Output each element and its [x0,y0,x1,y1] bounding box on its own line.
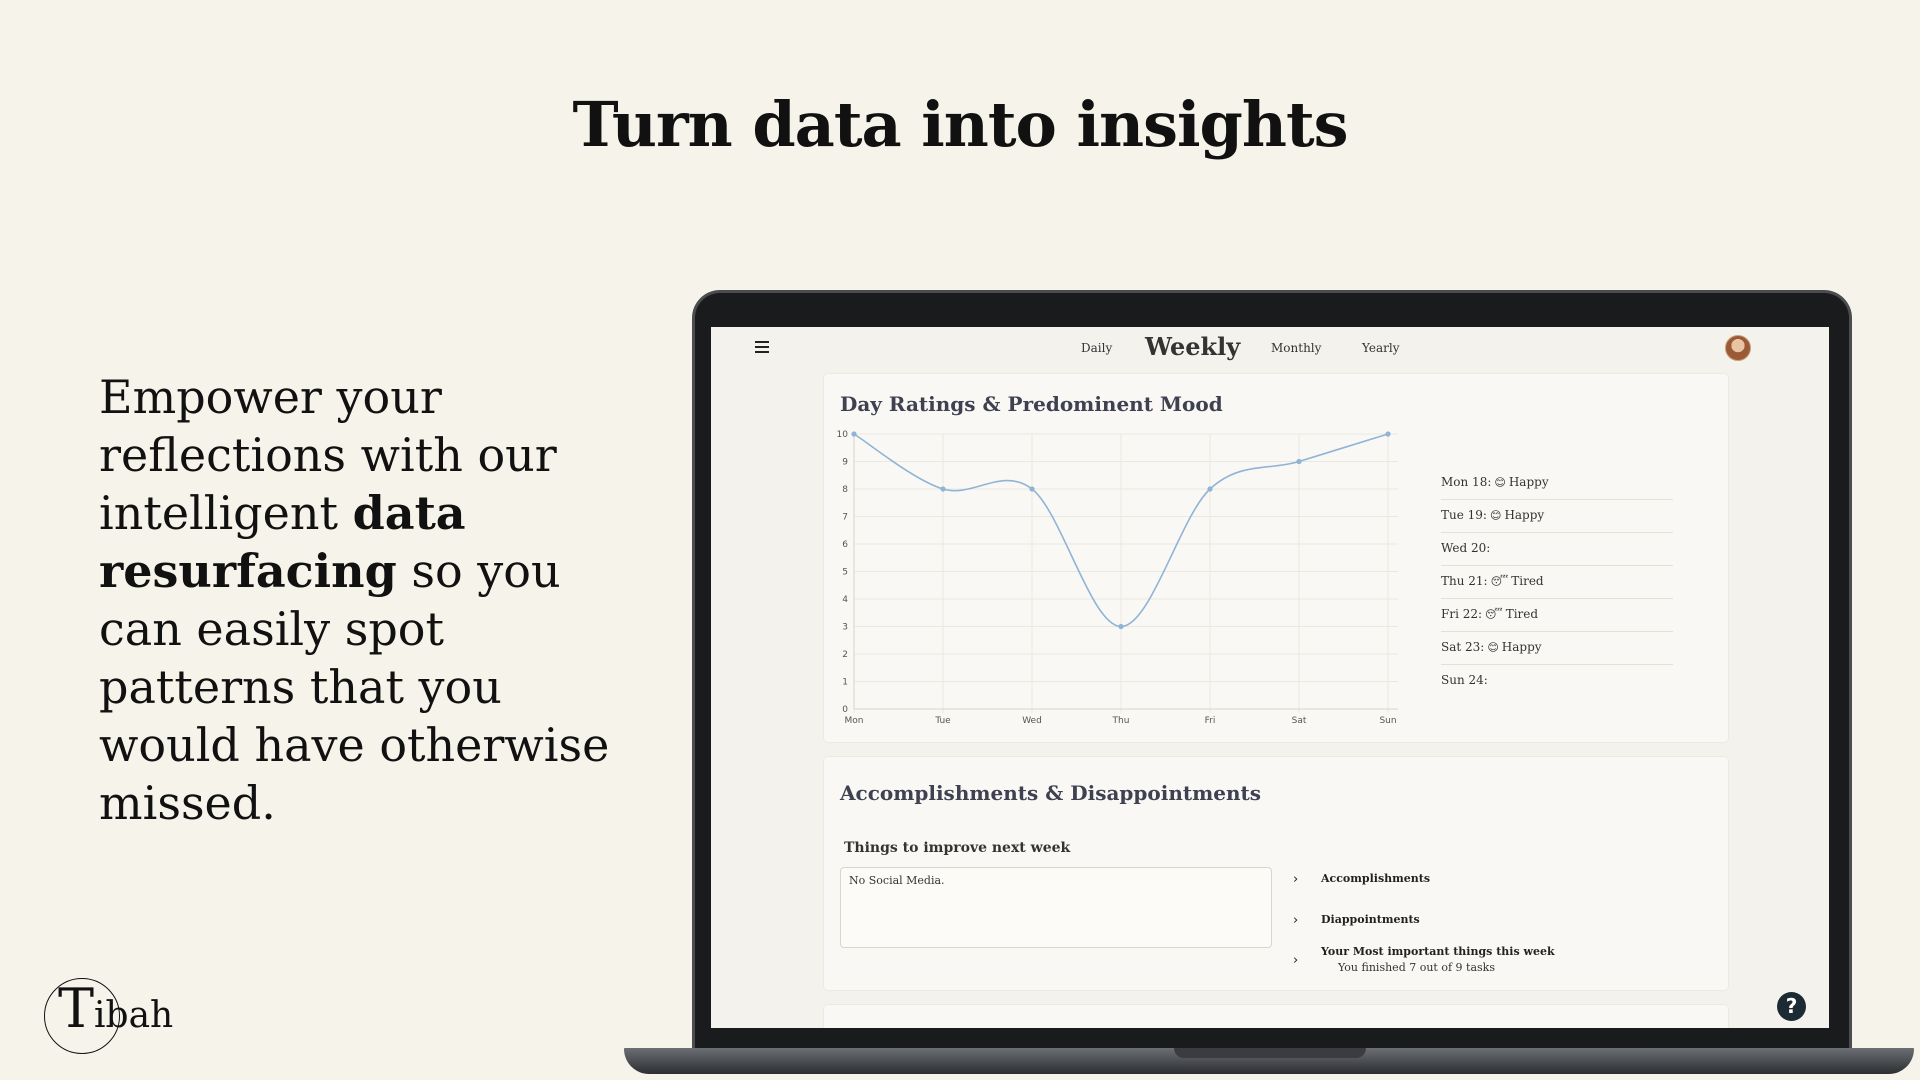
mood-day: Sun 24: [1441,673,1488,687]
y-tick-label: 4 [842,595,848,605]
x-tick-label: Wed [1022,716,1042,724]
chevron-right-icon: › [1293,872,1299,887]
mood-label: Happy [1508,475,1549,489]
improve-textarea[interactable]: No Social Media. [840,867,1272,948]
mood-list: Mon 18: 😊 Happy Tue 19: 😊 Happy Wed 20: Thu 21:… [1441,467,1673,698]
mood-row: Wed 20: [1441,533,1673,566]
mood-row: Fri 22: 😴 Tired [1441,599,1673,632]
rating-point [940,486,946,492]
x-tick-label: Sun [1379,716,1396,724]
rating-point [1118,623,1124,630]
user-avatar[interactable] [1725,335,1751,361]
y-tick-label: 5 [842,568,848,578]
pitch-part-1: Empower your reflections with our intell… [99,370,557,540]
pitch-text: Empower your reflections with our intell… [99,368,639,832]
mood-day: Fri 22: [1441,607,1483,621]
mood-row: Mon 18: 😊 Happy [1441,467,1673,500]
tibah-logo: Tibah [44,978,173,1058]
mood-label: Happy [1501,640,1542,654]
x-tick-label: Mon [845,716,864,724]
mood-row: Sun 24: [1441,665,1673,698]
hamburger-menu-icon[interactable] [755,341,769,353]
day-ratings-line-chart: 0 1 2 3 4 5 6 7 8 9 10 Mon Tue Wed Thu Fri Sat Sun [837,430,1398,724]
y-tick-label: 3 [842,623,848,633]
rating-point [1296,458,1302,465]
mood-day: Wed 20: [1441,541,1491,555]
help-button[interactable]: ? [1777,992,1806,1021]
chevron-right-icon: › [1293,913,1299,928]
mood-day: Mon 18: [1441,475,1492,489]
y-tick-label: 6 [842,540,848,550]
acc-card-title: Accomplishments & Disappointments [840,781,1262,805]
accomplishments-label: Accomplishments [1321,872,1431,885]
mood-emoji-icon: 😊 [1489,509,1502,522]
day-ratings-card: Day Ratings & Predominent Mood 0 1 2 3 4 5 6 7 8… [824,374,1728,742]
page-headline: Turn data into insights [572,88,1348,161]
tab-weekly[interactable]: Weekly [1145,332,1240,361]
important-things-summary: You finished 7 out of 9 tasks [1338,961,1495,974]
mood-day: Tue 19: [1441,508,1487,522]
rating-point [1385,431,1391,437]
mood-emoji-icon: 😊 [1487,641,1499,654]
mood-day: Thu 21: [1441,574,1488,588]
logo-letter: T [58,977,95,1040]
rating-point [1029,486,1035,492]
x-tick-label: Tue [934,716,951,724]
y-tick-label: 8 [842,485,848,495]
improve-label: Things to improve next week [844,840,1071,856]
x-tick-label: Fri [1205,716,1216,724]
logo-text: Tibah [58,982,173,1036]
mood-row: Tue 19: 😊 Happy [1441,500,1673,533]
app-screen: Daily Weekly Monthly Yearly Day Ratings … [711,327,1829,1028]
mood-day: Sat 23: [1441,640,1485,654]
x-tick-label: Thu [1112,716,1130,724]
next-card [824,1005,1728,1028]
mood-emoji-icon: 😴 [1485,608,1503,621]
mood-emoji-icon: 😴 [1490,575,1509,588]
rating-point [1207,486,1213,492]
y-tick-label: 10 [837,430,849,440]
tab-daily[interactable]: Daily [1081,341,1112,355]
laptop-notch [1174,1048,1366,1058]
mood-label: Tired [1511,574,1544,588]
mood-label: Tired [1505,607,1539,621]
y-tick-label: 0 [842,705,848,715]
mood-label: Happy [1504,508,1545,522]
logo-rest: ibah [94,995,174,1036]
x-tick-label: Sat [1292,716,1307,724]
tab-yearly[interactable]: Yearly [1362,341,1400,355]
app-topbar: Daily Weekly Monthly Yearly [711,327,1829,377]
mood-row: Sat 23: 😊 Happy [1441,632,1673,665]
y-tick-label: 9 [842,458,848,468]
tab-monthly[interactable]: Monthly [1271,341,1321,355]
y-tick-label: 1 [842,678,848,688]
y-tick-label: 7 [842,513,848,523]
mood-emoji-icon: 😊 [1494,476,1506,489]
ratings-card-title: Day Ratings & Predominent Mood [840,392,1223,416]
important-things-label: Your Most important things this week [1321,945,1555,958]
disappointments-label: Diappointments [1321,913,1420,926]
y-tick-label: 2 [842,650,848,660]
chevron-right-icon: › [1293,953,1299,968]
mood-row: Thu 21: 😴 Tired [1441,566,1673,599]
accomplishments-card: Accomplishments & Disappointments Things… [824,757,1728,990]
rating-point [851,431,857,437]
